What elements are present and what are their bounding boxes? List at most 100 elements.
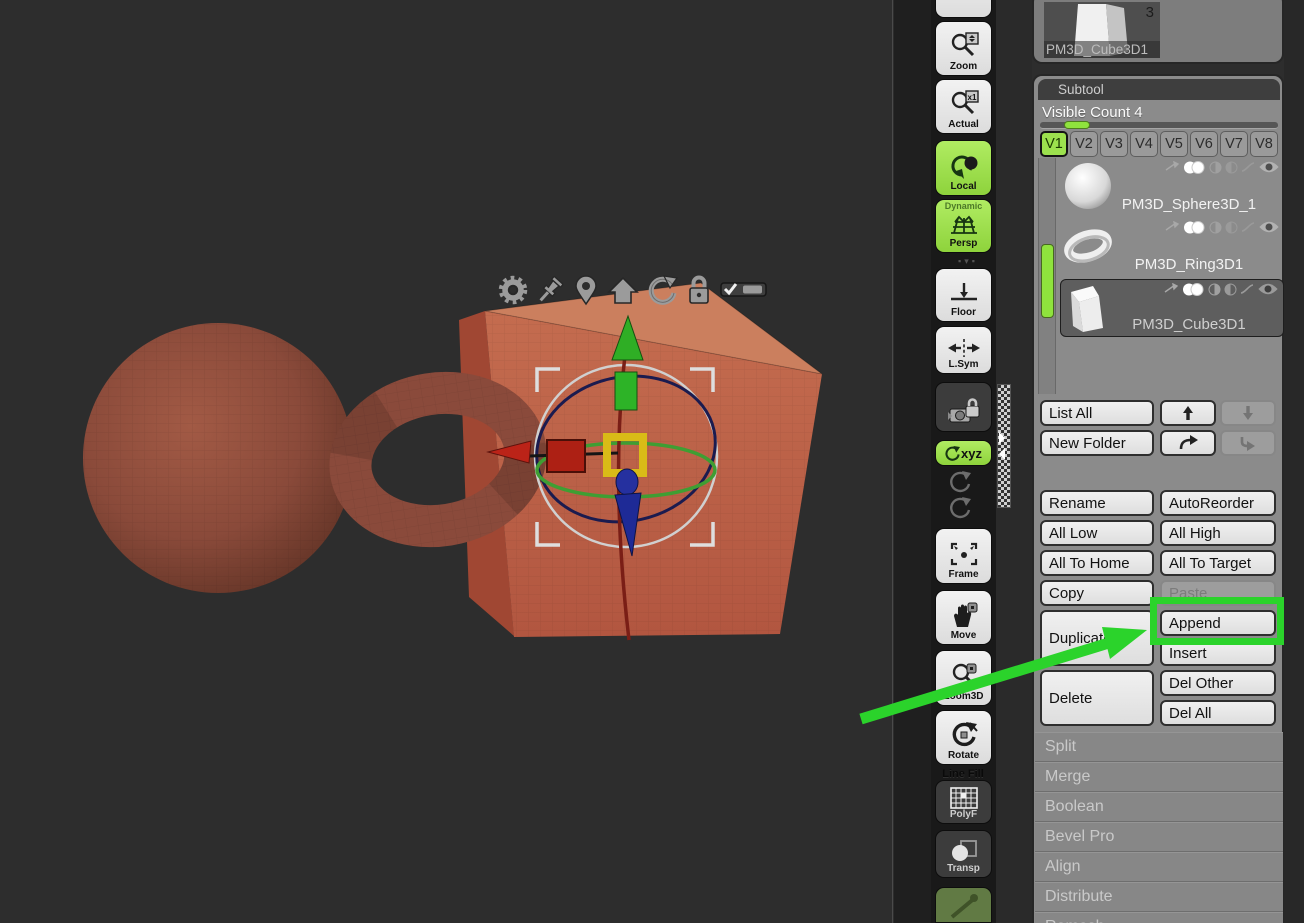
move-in-button[interactable] — [1220, 430, 1276, 456]
camera-lock-button[interactable] — [935, 382, 992, 432]
visibility-toggle[interactable] — [1182, 161, 1206, 174]
tab-v3[interactable]: V3 — [1100, 131, 1128, 157]
actual-button[interactable]: x1 Actual — [935, 79, 992, 134]
ghost-button-partial[interactable] — [935, 887, 992, 923]
local-button[interactable]: Local — [935, 140, 992, 196]
tab-v8[interactable]: V8 — [1250, 131, 1278, 157]
subtool-name: PM3D_Sphere3D_1 — [1094, 196, 1284, 213]
all-low-button[interactable]: All Low — [1040, 520, 1154, 546]
rotate-button[interactable]: Rotate — [935, 710, 992, 765]
list-all-button[interactable]: List All — [1040, 400, 1154, 426]
scroll-left-arrow[interactable] — [999, 448, 1005, 460]
polypaint-icon[interactable] — [1165, 221, 1179, 233]
scroll-right-arrow[interactable] — [999, 432, 1005, 444]
section-boolean[interactable]: Boolean — [1035, 792, 1283, 822]
section-merge[interactable]: Merge — [1035, 762, 1283, 792]
move-up-button[interactable] — [1160, 400, 1216, 426]
rotate-ccw-icon[interactable] — [646, 274, 678, 306]
polypaint-icon[interactable] — [1165, 161, 1179, 173]
section-split[interactable]: Split — [1035, 732, 1283, 762]
halfcircle-icon[interactable] — [1208, 283, 1221, 296]
all-high-button[interactable]: All High — [1160, 520, 1276, 546]
halfcircle-icon[interactable] — [1209, 161, 1222, 174]
shelf-mini-icons: ▪▾▪ — [958, 256, 978, 267]
tab-v5[interactable]: V5 — [1160, 131, 1188, 157]
section-align[interactable]: Align — [1035, 852, 1283, 882]
zoom-button[interactable]: Zoom — [935, 21, 992, 76]
curve-icon[interactable] — [1241, 161, 1255, 173]
visibility-toggle[interactable] — [1182, 221, 1206, 234]
contrast-icon[interactable] — [1225, 161, 1238, 174]
transparency-icon — [949, 837, 979, 863]
section-bevel-pro[interactable]: Bevel Pro — [1035, 822, 1283, 852]
gxyz-label: xyz — [961, 446, 982, 461]
curve-icon[interactable] — [1241, 221, 1255, 233]
subtool-row-cube[interactable]: PM3D_Cube3D1 — [1060, 279, 1284, 337]
visible-count-slider[interactable] — [1040, 122, 1278, 129]
move-button[interactable]: Move — [935, 590, 992, 645]
slider-knob[interactable] — [1064, 121, 1090, 129]
subtool-row-icons — [1165, 160, 1280, 174]
subtool-row-ring[interactable]: PM3D_Ring3D1 — [1060, 218, 1284, 276]
polypaint-icon[interactable] — [1164, 283, 1178, 295]
tab-v2[interactable]: V2 — [1070, 131, 1098, 157]
lock-icon[interactable] — [685, 274, 713, 306]
zbrush-window: Zoom x1 Actual Local Dynamic Persp ▪▾▪ — [0, 0, 1304, 923]
section-distribute[interactable]: Distribute — [1035, 882, 1283, 912]
pushpin-icon[interactable] — [535, 274, 565, 306]
subtool-scroll-thumb[interactable] — [1041, 244, 1054, 318]
all-to-target-button[interactable]: All To Target — [1160, 550, 1276, 576]
visibility-toggle[interactable] — [1181, 283, 1205, 296]
all-to-home-button[interactable]: All To Home — [1040, 550, 1154, 576]
polyf-button[interactable]: PolyF — [935, 780, 992, 824]
subtool-panel-header[interactable]: Subtool — [1038, 79, 1280, 100]
shelf-button-partial[interactable] — [935, 0, 992, 18]
dynamic-label: Dynamic — [936, 201, 991, 211]
tab-v6[interactable]: V6 — [1190, 131, 1218, 157]
contrast-icon[interactable] — [1224, 283, 1237, 296]
new-folder-button[interactable]: New Folder — [1040, 430, 1154, 456]
lsym-button[interactable]: L.Sym — [935, 326, 992, 374]
tab-v4[interactable]: V4 — [1130, 131, 1158, 157]
copy-button[interactable]: Copy — [1040, 580, 1154, 606]
gxyz-button[interactable]: xyz — [935, 440, 992, 466]
home-icon[interactable] — [607, 274, 639, 306]
toggle-check-icon[interactable] — [720, 281, 768, 299]
frame-button[interactable]: Frame — [935, 528, 992, 584]
del-other-button[interactable]: Del Other — [1160, 670, 1276, 696]
move-label: Move — [951, 630, 977, 641]
gear-icon[interactable] — [498, 274, 528, 306]
perspective-grid-icon — [949, 212, 979, 238]
zoom3d-button[interactable]: Zoom3D — [935, 650, 992, 706]
del-all-button[interactable]: Del All — [1160, 700, 1276, 726]
tool-count-badge: 3 — [1146, 4, 1154, 21]
gyro-y-icon[interactable] — [947, 470, 973, 494]
location-pin-icon[interactable] — [572, 274, 600, 306]
subtool-list-scrollbar[interactable] — [1038, 158, 1056, 394]
tab-v1[interactable]: V1 — [1040, 131, 1068, 157]
section-remesh[interactable]: Remesh — [1035, 912, 1283, 923]
tab-v7[interactable]: V7 — [1220, 131, 1248, 157]
tool-preview-tile[interactable]: 3 PM3D_Cube3D1 — [1044, 2, 1160, 58]
halfcircle-icon[interactable] — [1209, 221, 1222, 234]
subtool-row-icons — [1164, 282, 1279, 296]
shelf-scrollbar[interactable] — [997, 384, 1011, 508]
curve-icon[interactable] — [1240, 283, 1254, 295]
eye-icon[interactable] — [1258, 160, 1280, 174]
contrast-icon[interactable] — [1225, 221, 1238, 234]
persp-button[interactable]: Dynamic Persp — [935, 199, 992, 253]
eye-icon[interactable] — [1257, 282, 1279, 296]
eye-icon[interactable] — [1258, 220, 1280, 234]
move-out-button[interactable] — [1160, 430, 1216, 456]
autoreorder-button[interactable]: AutoReorder — [1160, 490, 1276, 516]
transp-button[interactable]: Transp — [935, 830, 992, 878]
gyro-z-icon[interactable] — [947, 496, 973, 520]
move-down-button[interactable] — [1220, 400, 1276, 426]
subtool-row-sphere[interactable]: PM3D_Sphere3D_1 — [1060, 158, 1284, 216]
viewport-canvas[interactable] — [0, 0, 893, 923]
duplicate-button[interactable]: Duplicate — [1040, 610, 1154, 666]
rename-button[interactable]: Rename — [1040, 490, 1154, 516]
gyro-rotate-icon — [945, 446, 960, 461]
floor-button[interactable]: Floor — [935, 268, 992, 322]
delete-button[interactable]: Delete — [1040, 670, 1154, 726]
